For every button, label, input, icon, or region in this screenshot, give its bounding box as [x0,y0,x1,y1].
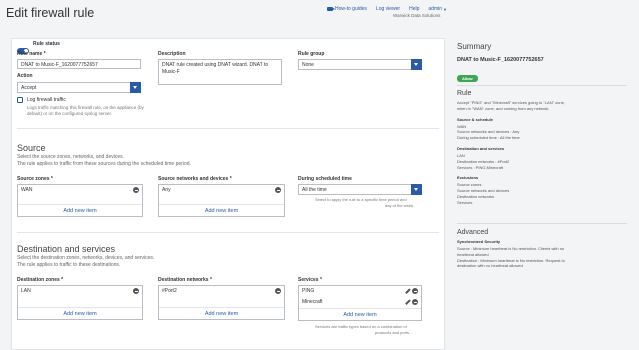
summary-exclusion-line: Services [457,199,473,205]
services-list: PING Minecraft Add new item [298,285,422,321]
schedule-help-1: Select to apply the rule to a specific t… [315,197,407,202]
summary-advanced-heading: Advanced [457,229,489,236]
description-textarea[interactable]: DNAT rule created using DNAT wizard. DNA… [158,59,282,85]
summary-rule-name: DNAT to Music-F_1620077752657 [457,57,544,63]
services-help-1: Services are traffic types based on a co… [315,324,407,329]
list-item: Minecraft [302,299,418,305]
how-to-guides-label: How-to guides [334,6,367,12]
summary-exclusions-heading: Exclusions [457,175,479,181]
remove-icon[interactable] [412,299,418,305]
list-item-label: WAN [21,187,33,193]
list-item-label: PING [302,288,315,294]
summary-destination-heading: Destination and services [457,145,505,151]
chevron-down-icon [411,184,422,195]
log-traffic-help-1: Logs traffic matching this firewall rule… [27,105,144,110]
destination-desc-2: The rule applies to traffic to these des… [17,262,121,268]
summary-sync-heading: Synchronized Security [457,239,501,244]
source-desc-1: Select the source zones, networks, and d… [17,154,125,160]
add-new-item-button[interactable]: Add new item [299,308,421,320]
destination-networks-label: Destination networks * [158,277,212,283]
divider [17,232,439,233]
destination-desc-1: Select the destination zones, networks, … [17,255,155,261]
rule-name-label: Rule name * [17,51,46,57]
rule-group-label: Rule group [298,51,325,57]
summary-panel: Summary DNAT to Music-F_1620077752657 Al… [457,42,635,85]
schedule-select[interactable]: All the time [298,184,422,195]
company-name: Warwick Data Solutions [393,13,441,18]
status-badge: Allow [457,75,478,82]
page-title: Edit firewall rule [6,6,95,20]
summary-rule-section: Rule Accept "PING" and "Minecraft" servi… [457,90,635,206]
source-networks-label: Source networks and devices * [158,176,232,182]
list-item-label: Minecraft [302,299,323,305]
schedule-value: All the time [302,187,327,193]
action-label: Action [17,73,33,79]
rule-group-value: None [302,62,314,68]
divider [17,128,439,129]
action-value: Accept [21,85,37,91]
action-select[interactable]: Accept [17,82,141,93]
destination-zones-label: Destination zones * [17,277,64,283]
list-item: LAN [21,288,139,294]
caret-down-icon: ▼ [443,6,447,12]
list-item: #Port2 [162,288,281,294]
source-zones-list: WAN Add new item [17,184,143,217]
log-viewer-link[interactable]: Log viewer [376,6,400,12]
add-new-item-button[interactable]: Add new item [159,307,284,319]
schedule-label: During scheduled time [298,176,352,182]
add-new-item-button[interactable]: Add new item [159,204,284,216]
remove-icon[interactable] [133,288,139,294]
how-to-guides-link[interactable]: How-to guides [326,6,367,12]
pencil-icon[interactable] [405,300,410,305]
summary-source-line: During scheduled time : All the time [457,135,520,141]
summary-heading: Summary [457,42,492,51]
divider [457,85,627,86]
rule-group-select[interactable]: None [298,59,422,70]
remove-icon[interactable] [275,187,281,193]
description-label: Description [158,51,186,57]
summary-rule-text-2: when in "WAN" zone, and coming from any … [457,105,550,111]
destination-title: Destination and services [17,244,116,254]
add-new-item-button[interactable]: Add new item [18,204,142,216]
rule-status-label: Rule status [33,41,60,47]
source-desc-2: The rule applies to traffic from these s… [17,161,191,167]
services-help-2: protocols and ports. [375,330,411,335]
add-new-item-button[interactable]: Add new item [18,307,142,319]
summary-sync-line: destination with no heartbeat allowed [457,263,523,269]
top-links: How-to guides Log viewer Help admin ▼ [326,6,447,12]
rule-form-panel: Rule status Rule name * DNAT to Music-F_… [11,38,445,350]
video-icon [326,7,335,11]
rule-name-input[interactable]: DNAT to Music-F_1620077752657 [17,59,141,69]
list-item-label: #Port2 [162,288,177,294]
list-item-label: Any [162,187,171,193]
chevron-down-icon [130,82,141,93]
destination-zones-list: LAN Add new item [17,285,143,320]
list-item: Any [162,187,281,193]
pencil-icon[interactable] [405,289,410,294]
help-link[interactable]: Help [409,6,419,12]
summary-rule-heading: Rule [457,90,472,97]
log-traffic-checkbox[interactable] [17,97,23,103]
chevron-down-icon [411,59,422,70]
remove-icon[interactable] [412,288,418,294]
schedule-help-2: day of the week. [385,203,415,208]
list-item: PING [302,288,418,294]
source-title: Source [17,143,46,153]
summary-advanced-section: Advanced Synchronized Security Source : … [457,229,635,269]
divider [457,223,627,224]
list-item: WAN [21,187,139,193]
summary-source-heading: Source & schedule [457,116,494,122]
admin-menu[interactable]: admin ▼ [428,6,447,12]
remove-icon[interactable] [133,187,139,193]
remove-icon[interactable] [275,288,281,294]
admin-label: admin [428,6,443,12]
services-label: Services * [298,277,322,283]
log-traffic-help-2: default) or on the configured syslog ser… [27,111,113,116]
summary-destination-line: Services : PING,Minecraft [457,164,504,170]
source-networks-list: Any Add new item [158,184,285,217]
source-zones-label: Source zones * [17,176,53,182]
destination-networks-list: #Port2 Add new item [158,285,285,320]
list-item-label: LAN [21,288,31,294]
log-traffic-label: Log firewall traffic [27,97,66,103]
